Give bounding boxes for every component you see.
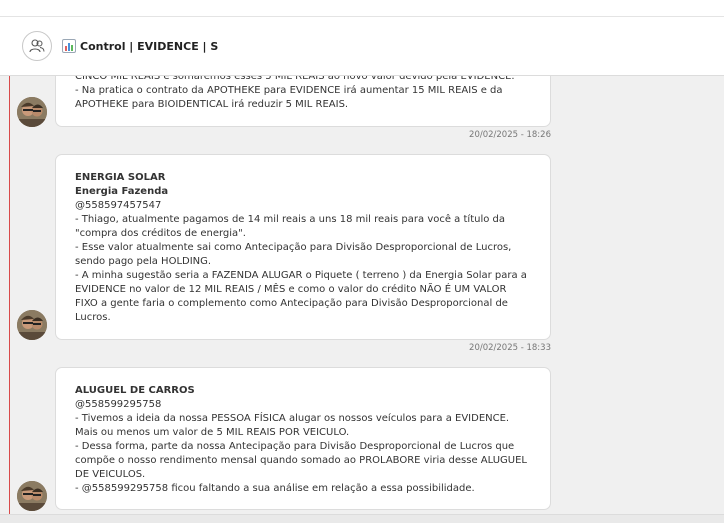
message-line: compõe o nosso rendimento mensal quando … (75, 455, 527, 466)
message-line: Energia Fazenda (75, 186, 169, 197)
group-avatar-icon[interactable] (22, 31, 52, 61)
chat-app: Control | EVIDENCE | S CINCO MIL REAIS e… (0, 0, 724, 523)
message-line: Lucros. (75, 312, 111, 323)
top-bar (0, 0, 724, 17)
thread-line (9, 76, 10, 523)
message-line: Mais ou menos um valor de 5 MIL REAIS PO… (75, 427, 350, 438)
message-line: - Na pratica o contrato da APOTHEKE para… (75, 85, 503, 96)
message-line: - Dessa forma, parte da nossa Antecipaçã… (75, 441, 515, 452)
message-timestamp: 20/02/2025 - 18:26 (469, 130, 551, 140)
message-line: - A minha sugestão seria a FAZENDA ALUGA… (75, 270, 527, 281)
message-line: "compra dos créditos de energia". (75, 228, 246, 239)
message-line: APOTHEKE para BIOIDENTICAL irá reduzir 5… (75, 99, 349, 110)
sender-avatar[interactable] (17, 310, 47, 340)
message-line: ENERGIA SOLAR (75, 172, 166, 183)
message-line: CINCO MIL REAIS e somaremos esses 5 MIL … (75, 76, 515, 82)
chat-title[interactable]: Control | EVIDENCE | S (62, 38, 218, 54)
mention-link[interactable]: @558597457547 (75, 199, 531, 213)
sender-avatar[interactable] (17, 481, 47, 511)
message-line: - Esse valor atualmente sai como Antecip… (75, 242, 512, 253)
bottom-bar (0, 514, 724, 523)
message-bubble[interactable]: ALUGUEL DE CARROS @558599295758 - Tivemo… (55, 367, 551, 510)
message-line: - Tivemos a ideia da nossa PESSOA FÍSICA… (75, 413, 510, 424)
message-bubble[interactable]: CINCO MIL REAIS e somaremos esses 5 MIL … (55, 76, 551, 127)
message-line: ALUGUEL DE CARROS (75, 385, 195, 396)
message-bubble[interactable]: ENERGIA SOLAR Energia Fazenda @558597457… (55, 154, 551, 340)
chat-title-text: Control | EVIDENCE | S (80, 39, 219, 53)
mention-link[interactable]: @558599295758 (75, 398, 531, 412)
message-line: sendo pago pela HOLDING. (75, 256, 212, 267)
message-list[interactable]: CINCO MIL REAIS e somaremos esses 5 MIL … (0, 76, 724, 523)
message-timestamp: 20/02/2025 - 18:33 (469, 343, 551, 353)
message-line: EVIDENCE no valor de 12 MIL REAIS / MÊS … (75, 284, 507, 295)
sender-avatar[interactable] (17, 97, 47, 127)
chat-header: Control | EVIDENCE | S (0, 17, 724, 76)
bar-chart-icon (62, 39, 76, 53)
message-line: - Thiago, atualmente pagamos de 14 mil r… (75, 214, 505, 225)
message-line: DE VEICULOS. (75, 469, 146, 480)
message-line: FIXO a gente faria o complemento como An… (75, 298, 508, 309)
message-line: - @558599295758 ficou faltando a sua aná… (75, 483, 475, 494)
